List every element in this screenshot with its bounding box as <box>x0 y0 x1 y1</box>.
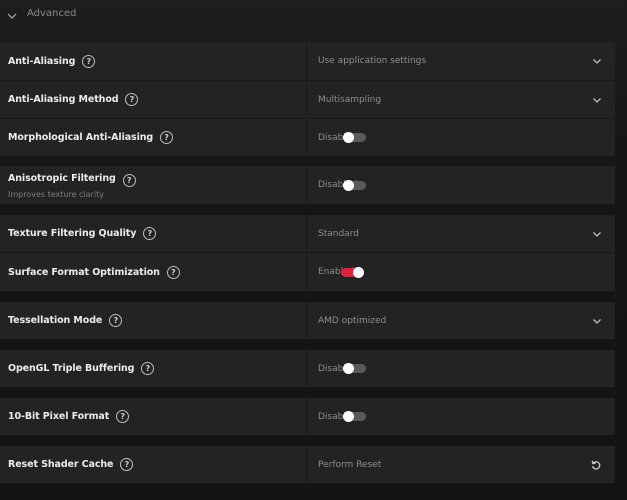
help-icon[interactable]: ? <box>82 54 96 68</box>
setting-value: Multisampling <box>318 94 382 105</box>
setting-row-10-bit-pixel-format: 10-Bit Pixel Format? Disabled <box>0 398 615 435</box>
help-icon[interactable]: ? <box>141 362 155 375</box>
10-bit-pixel-format-toggle[interactable] <box>343 411 367 422</box>
setting-row-texture-filtering-quality: Texture Filtering Quality? Standard <box>0 215 615 252</box>
setting-row-anisotropic-filtering: Anisotropic Filtering? Improves texture … <box>0 166 615 204</box>
toggle-knob <box>353 266 365 278</box>
setting-label: Surface Format Optimization <box>8 266 160 278</box>
toggle-knob <box>343 411 355 422</box>
toggle-knob <box>343 179 355 191</box>
help-icon[interactable]: ? <box>166 265 180 279</box>
chevron-down-icon[interactable] <box>6 10 18 22</box>
opengl-triple-buffering-toggle[interactable] <box>343 363 367 374</box>
setting-label: Tessellation Mode <box>8 315 103 326</box>
chevron-down-icon[interactable] <box>592 316 602 326</box>
chevron-down-icon[interactable] <box>592 229 602 239</box>
perform-reset-button[interactable]: Perform Reset <box>307 446 615 483</box>
section-title: Advanced <box>27 8 77 19</box>
setting-row-anti-aliasing-method: Anti-Aliasing Method? Multisampling <box>0 81 615 118</box>
setting-row-reset-shader-cache: Reset Shader Cache? Perform Reset <box>0 446 615 483</box>
tessellation-mode-dropdown[interactable]: AMD optimized <box>307 302 615 339</box>
anti-aliasing-dropdown[interactable]: Use application settings <box>307 42 615 80</box>
setting-row-morphological-aa: Morphological Anti-Aliasing? Disabled <box>0 119 615 156</box>
setting-label: Anti-Aliasing <box>8 55 76 67</box>
setting-label: Morphological Anti-Aliasing <box>8 132 154 143</box>
setting-label: OpenGL Triple Buffering <box>8 363 135 374</box>
advanced-section-header[interactable]: Advanced <box>0 0 627 32</box>
setting-value: Standard <box>318 228 359 239</box>
help-icon[interactable]: ? <box>120 458 134 471</box>
toggle-knob <box>343 132 355 143</box>
help-icon[interactable]: ? <box>125 93 139 106</box>
setting-row-tessellation-mode: Tessellation Mode? AMD optimized <box>0 302 615 339</box>
setting-label: Anti-Aliasing Method <box>8 94 119 105</box>
setting-label: Anisotropic Filtering <box>8 173 116 184</box>
setting-row-opengl-triple-buffering: OpenGL Triple Buffering? Disabled <box>0 350 615 387</box>
help-icon[interactable]: ? <box>122 174 136 187</box>
setting-value: Use application settings <box>318 56 427 66</box>
surface-format-optimization-toggle[interactable] <box>341 266 365 278</box>
help-icon[interactable]: ? <box>109 314 123 327</box>
texture-filtering-quality-dropdown[interactable]: Standard <box>307 215 615 252</box>
setting-label: Texture Filtering Quality <box>8 228 137 239</box>
anti-aliasing-method-dropdown[interactable]: Multisampling <box>307 81 615 118</box>
chevron-down-icon[interactable] <box>592 95 602 105</box>
setting-value: Perform Reset <box>318 459 382 470</box>
setting-label: Reset Shader Cache <box>8 459 114 470</box>
help-icon[interactable]: ? <box>116 410 130 423</box>
setting-description: Improves texture clarity <box>8 190 104 199</box>
setting-label: 10-Bit Pixel Format <box>8 411 110 422</box>
setting-row-surface-format-optimization: Surface Format Optimization? Enabled <box>0 253 615 291</box>
setting-row-anti-aliasing: Anti-Aliasing? Use application settings <box>0 42 615 80</box>
help-icon[interactable]: ? <box>143 227 157 240</box>
anisotropic-filtering-toggle[interactable] <box>343 179 367 191</box>
toggle-knob <box>343 363 355 374</box>
reset-icon[interactable] <box>590 459 602 471</box>
chevron-down-icon[interactable] <box>592 56 602 66</box>
morphological-aa-toggle[interactable] <box>343 132 367 143</box>
setting-value: AMD optimized <box>318 315 387 326</box>
help-icon[interactable]: ? <box>160 131 174 144</box>
